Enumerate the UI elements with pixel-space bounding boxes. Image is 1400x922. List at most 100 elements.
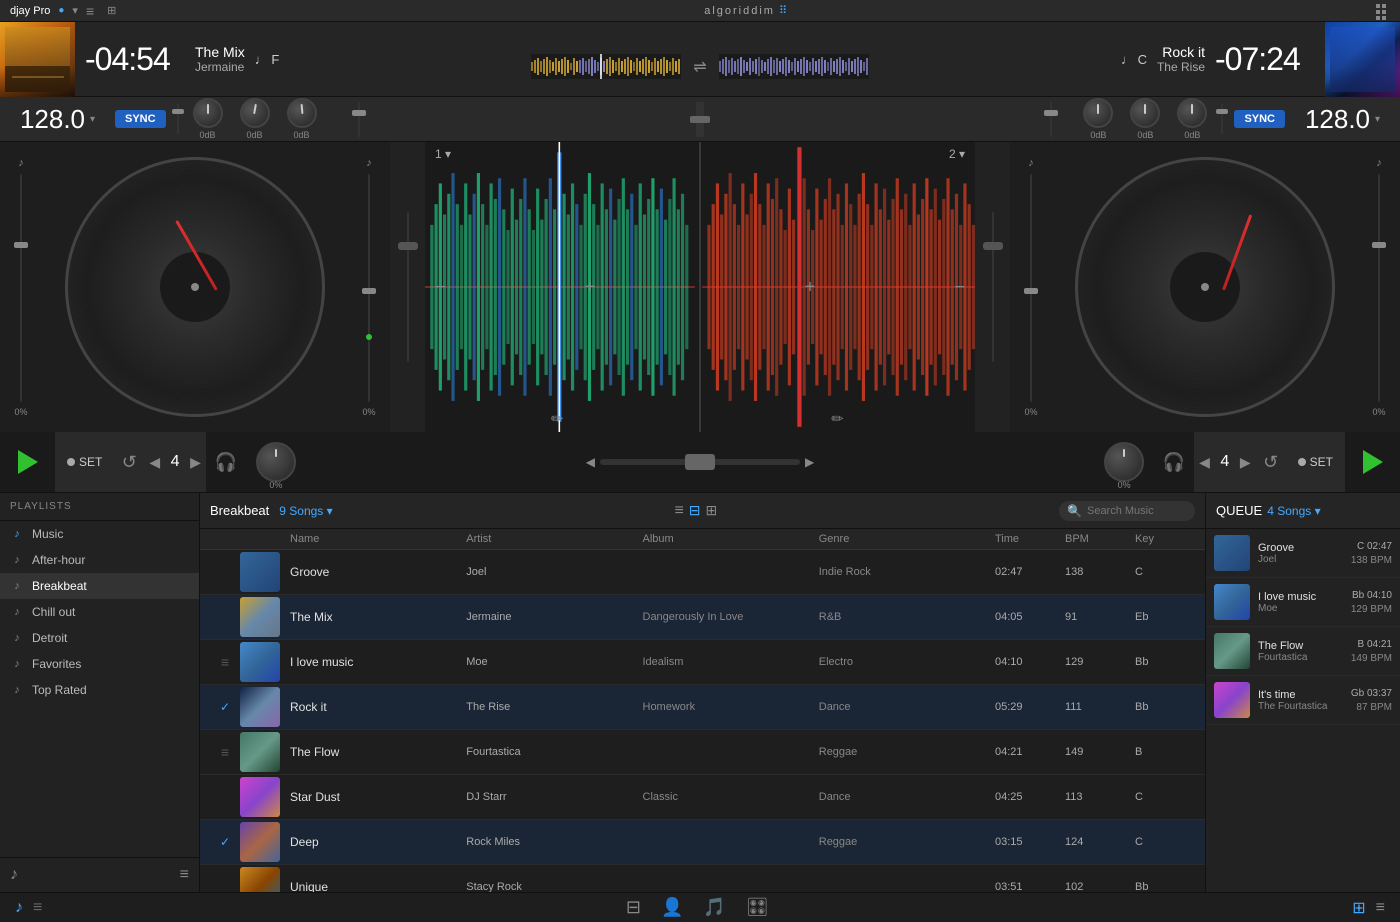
pitch-slider-left[interactable] (14, 242, 28, 248)
cue-minus-left[interactable]: − (435, 277, 446, 298)
lines-footer-icon[interactable]: ≡ (180, 866, 189, 884)
col-genre[interactable]: Genre (819, 533, 995, 545)
deck-right-sync-button[interactable]: SYNC (1234, 110, 1285, 128)
mixer-icon[interactable]: 🎛 (746, 897, 769, 918)
sidebar-item-favorites[interactable]: ♪ Favorites (0, 651, 199, 677)
sidebar-item-top-rated[interactable]: ♪ Top Rated (0, 677, 199, 703)
sidebar-item-detroit[interactable]: ♪ Detroit (0, 625, 199, 651)
list-view-button[interactable]: ⊟ (689, 502, 701, 519)
table-row[interactable]: The Mix Jermaine Dangerously In Love R&B… (200, 595, 1205, 640)
crossfader-track[interactable] (600, 459, 800, 465)
play-button-right[interactable] (1345, 432, 1400, 492)
headphone-button-right[interactable]: 🎧 (1154, 432, 1194, 492)
grid-view-button[interactable]: ⊞ (706, 502, 718, 519)
wf-edit-icon-right: ✏ (831, 412, 844, 428)
cue-knob-left[interactable] (256, 442, 296, 482)
person-icon[interactable]: 👤 (661, 897, 683, 918)
track-time-2: 04:05 (995, 611, 1065, 623)
swap-icon[interactable]: ⇌ (685, 54, 715, 79)
cue-add-left[interactable]: + (585, 277, 596, 298)
library-icon[interactable]: ⊟ (626, 897, 641, 918)
eq-low-knob-right[interactable] (1083, 98, 1113, 128)
pitch-slider-right[interactable] (1372, 242, 1386, 248)
deck-left-bpm-arrow[interactable]: ▾ (90, 114, 95, 125)
table-row[interactable]: Unique Stacy Rock 03:51 102 Bb (200, 865, 1205, 892)
eq-high-knob-left[interactable] (193, 98, 223, 128)
grid-layout-icon[interactable]: ⊞ (107, 4, 116, 17)
queue-item-1[interactable]: Groove Joel C 02:47 138 BPM (1206, 529, 1400, 578)
search-box[interactable]: 🔍 (1059, 501, 1195, 521)
col-album[interactable]: Album (643, 533, 819, 545)
vol-slider-right[interactable] (1024, 288, 1038, 294)
queue-item-2[interactable]: I love music Moe Bb 04:10 129 BPM (1206, 578, 1400, 627)
eq-high-knob-right[interactable] (1177, 98, 1207, 128)
eq-fader-left[interactable] (398, 242, 418, 250)
loop-back-right[interactable]: ↺ (1256, 432, 1286, 492)
crossfader-section: ◀ ▶ (306, 432, 1094, 492)
col-artist[interactable]: Artist (466, 533, 642, 545)
sidebar-item-after-hour[interactable]: ♪ After-hour (0, 547, 199, 573)
crossfader-thumb[interactable] (685, 454, 715, 470)
col-key[interactable]: Key (1135, 533, 1195, 545)
track-name-7: Deep (290, 835, 466, 849)
play-button-left[interactable] (0, 432, 55, 492)
track-album-3: Idealism (643, 656, 819, 668)
cf-arrow-right[interactable]: ▶ (805, 455, 814, 469)
eq-fader-right[interactable] (983, 242, 1003, 250)
track-thumb-4 (240, 687, 280, 727)
deck-right-bpm-arrow[interactable]: ▾ (1375, 114, 1380, 125)
deck-left-sync-button[interactable]: SYNC (115, 110, 166, 128)
card-icon[interactable]: 🎵 (703, 897, 725, 918)
table-row[interactable]: Star Dust DJ Starr Classic Dance 04:25 1… (200, 775, 1205, 820)
play-triangle-left (18, 450, 38, 474)
set-dot-right (1298, 458, 1306, 466)
sidebar-item-music[interactable]: ♪ Music (0, 521, 199, 547)
track-name-2: The Mix (290, 610, 466, 624)
sidebar-item-chill-out[interactable]: ♪ Chill out (0, 599, 199, 625)
sidebar-item-breakbeat[interactable]: ♪ Breakbeat (0, 573, 199, 599)
col-name[interactable]: Name (290, 533, 466, 545)
eq-mid-knob-left[interactable] (240, 98, 270, 128)
table-row[interactable]: ✓ Deep Rock Miles Reggae 03:15 124 C (200, 820, 1205, 865)
loop-arrow-forward-right[interactable]: ▶ (1235, 454, 1256, 471)
cf-arrow-left[interactable]: ◀ (586, 455, 595, 469)
eq-low-knob-left[interactable] (287, 98, 317, 128)
loop-arrow-back-right[interactable]: ◀ (1194, 454, 1215, 471)
search-input[interactable] (1087, 505, 1187, 517)
note-footer-icon[interactable]: ♪ (10, 866, 18, 884)
table-row[interactable]: Groove Joel Indie Rock 02:47 138 C (200, 550, 1205, 595)
table-row[interactable]: ✓ Rock it The Rise Homework Dance 05:29 … (200, 685, 1205, 730)
apps-grid-icon[interactable] (1376, 4, 1390, 18)
cue-add-right[interactable]: + (805, 277, 816, 298)
queue-item-4[interactable]: It's time The Fourtastica Gb 03:37 87 BP… (1206, 676, 1400, 725)
songs-count[interactable]: 9 Songs ▾ (279, 504, 332, 518)
queue-item-3[interactable]: The Flow Fourtastica B 04:21 149 BPM (1206, 627, 1400, 676)
turntable-right[interactable] (1075, 157, 1335, 417)
list-bottom-icon[interactable]: ≡ (33, 899, 42, 917)
loop-arrow-forward-left[interactable]: ▶ (185, 454, 206, 471)
table-row[interactable]: ≡ The Flow Fourtastica Reggae 04:21 149 … (200, 730, 1205, 775)
queue-count[interactable]: 4 Songs ▾ (1267, 504, 1320, 518)
set-button-right[interactable]: SET (1286, 432, 1345, 492)
grid-right-icon[interactable]: ⊞ (1352, 898, 1365, 918)
vol-slider-left[interactable] (362, 288, 376, 294)
eq-mid-knob-right[interactable] (1130, 98, 1160, 128)
loop-back-left[interactable]: ↺ (114, 432, 144, 492)
menu-icon[interactable]: ≡ (86, 3, 94, 19)
table-row[interactable]: ≡ I love music Moe Idealism Electro 04:1… (200, 640, 1205, 685)
menu-lines-icon[interactable]: ≡ (674, 502, 683, 520)
app-name[interactable]: djay Pro (10, 5, 50, 17)
track-artist-8: Stacy Rock (466, 881, 642, 892)
cue-minus-right[interactable]: − (954, 277, 965, 298)
set-button-left[interactable]: SET (55, 432, 114, 492)
headphone-button-left[interactable]: 🎧 (206, 432, 246, 492)
cue-knob-right[interactable] (1104, 442, 1144, 482)
version-dropdown[interactable]: ▾ (72, 4, 78, 17)
brand-logo: algoriddim ⠿ (704, 4, 788, 17)
loop-arrow-back-left[interactable]: ◀ (144, 454, 165, 471)
col-bpm[interactable]: BPM (1065, 533, 1135, 545)
col-time[interactable]: Time (995, 533, 1065, 545)
turntable-left[interactable] (65, 157, 325, 417)
list-right-icon[interactable]: ≡ (1376, 899, 1385, 917)
music-note-bottom-icon[interactable]: ♪ (15, 899, 23, 917)
